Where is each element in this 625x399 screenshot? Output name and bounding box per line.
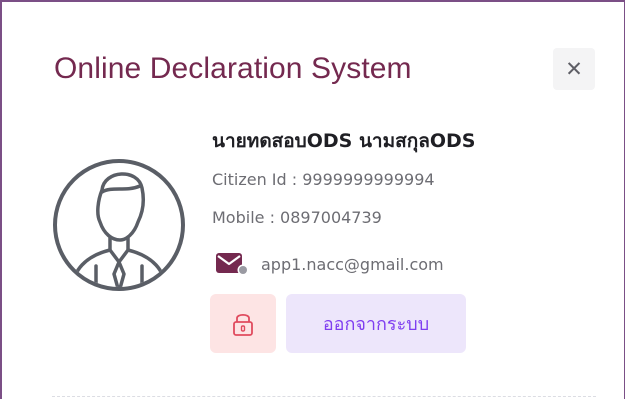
email-row: app1.nacc@gmail.com <box>215 252 444 276</box>
dialog-title: Online Declaration System <box>54 52 412 85</box>
lock-icon <box>233 313 253 336</box>
close-icon: ✕ <box>565 57 583 81</box>
user-name: นายทดสอบODS นามสกุลODS <box>212 130 476 152</box>
logout-button[interactable]: ออกจากระบบ <box>286 294 466 353</box>
divider <box>52 396 596 397</box>
user-email: app1.nacc@gmail.com <box>261 254 444 274</box>
citizen-id: Citizen Id : 9999999999994 <box>212 170 435 189</box>
profile-dialog: Online Declaration System ✕ นายทดสอบODS … <box>0 0 625 399</box>
mobile-number: Mobile : 0897004739 <box>212 208 382 227</box>
close-button[interactable]: ✕ <box>553 48 595 90</box>
user-avatar-icon <box>53 159 185 291</box>
change-password-button[interactable] <box>210 294 276 353</box>
email-icon <box>216 253 249 276</box>
